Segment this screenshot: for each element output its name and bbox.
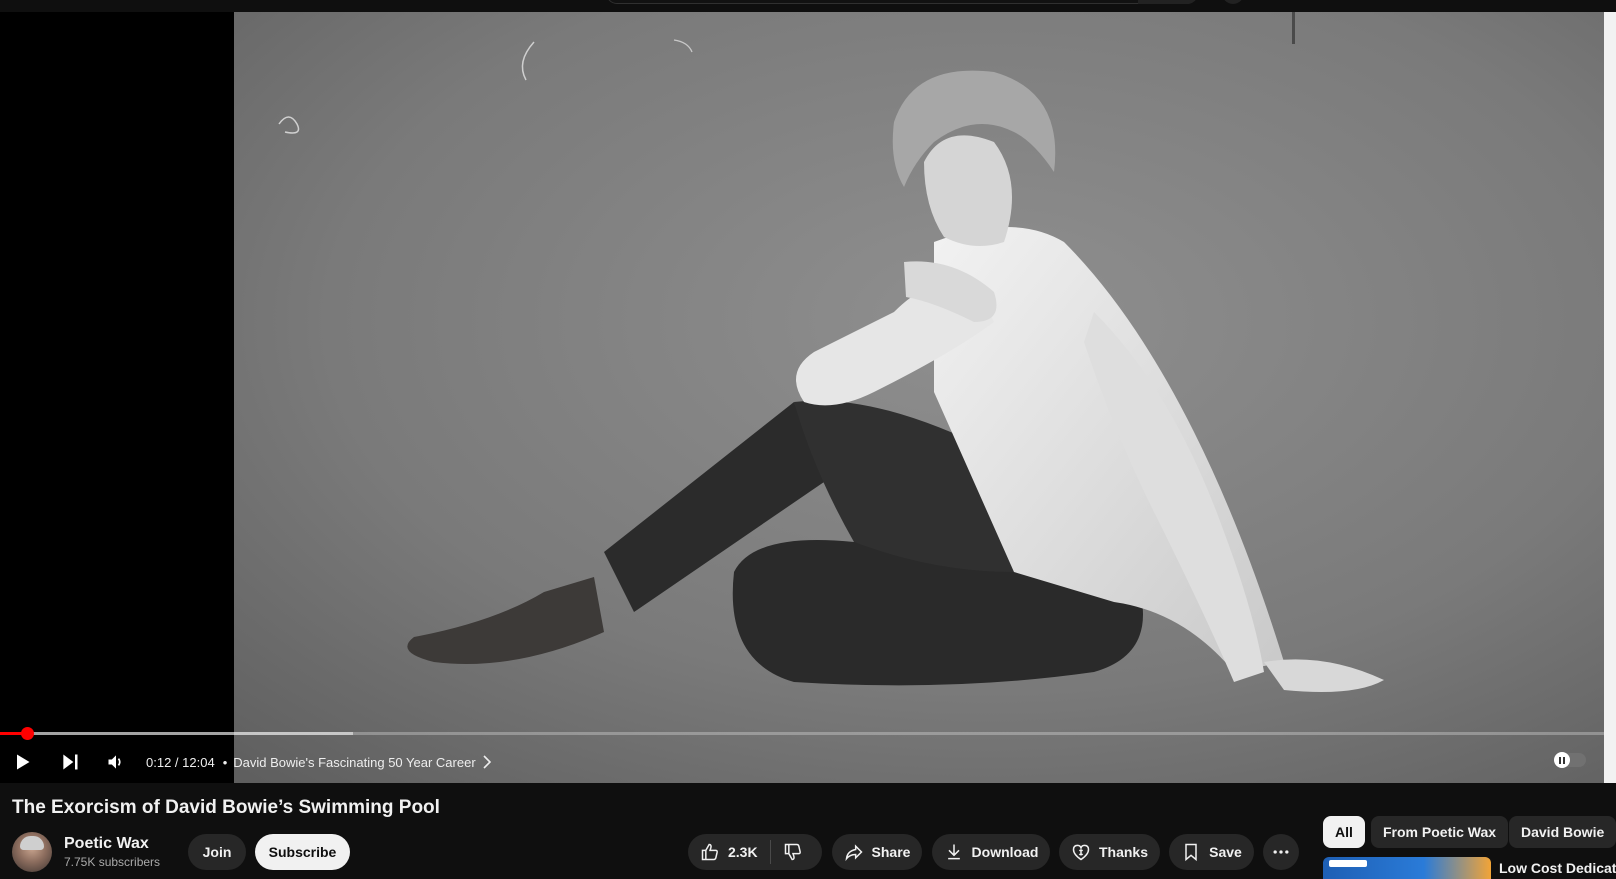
chapter-dot: •: [222, 754, 228, 770]
video-frame[interactable]: [234, 12, 1604, 783]
skip-next-icon: [63, 754, 78, 770]
voice-search-button[interactable]: [1222, 0, 1244, 4]
play-icon: [17, 754, 30, 770]
video-player[interactable]: 0:12 / 12:04 • David Bowie's Fascinating…: [0, 12, 1616, 783]
channel-name[interactable]: Poetic Wax: [64, 835, 160, 853]
autoplay-toggle[interactable]: [1554, 752, 1586, 768]
player-controls: 0:12 / 12:04 • David Bowie's Fascinating…: [0, 741, 1604, 783]
time-current: 0:12: [146, 754, 172, 770]
super-thanks-icon: [1072, 844, 1090, 861]
dislike-button[interactable]: [771, 834, 815, 870]
subscribe-button[interactable]: Subscribe: [255, 834, 350, 870]
like-dislike-group: 2.3K: [688, 834, 822, 870]
chapter-button[interactable]: • David Bowie's Fascinating 50 Year Care…: [223, 755, 492, 770]
more-actions-button[interactable]: [1263, 834, 1299, 870]
avatar[interactable]: [12, 832, 52, 872]
join-button[interactable]: Join: [188, 834, 246, 870]
search-box[interactable]: [606, 0, 1198, 4]
progress-bar[interactable]: [0, 727, 1604, 740]
download-icon: [947, 844, 960, 860]
share-icon: [844, 844, 863, 862]
share-button[interactable]: Share: [832, 834, 922, 870]
thanks-label: Thanks: [1098, 844, 1148, 860]
thumbs-up-icon: [701, 843, 718, 861]
share-label: Share: [871, 844, 911, 860]
player-right-edge: [1604, 12, 1616, 783]
chip-all[interactable]: All: [1323, 816, 1365, 848]
play-button[interactable]: [2, 742, 42, 782]
video-still-image: [234, 12, 1604, 783]
search-button[interactable]: [1138, 0, 1198, 4]
next-button[interactable]: [50, 742, 90, 782]
time-display: 0:12 / 12:04: [146, 755, 215, 770]
save-label: Save: [1209, 844, 1242, 860]
mute-button[interactable]: [96, 742, 136, 782]
thanks-button[interactable]: Thanks: [1059, 834, 1160, 870]
chapter-title: David Bowie's Fascinating 50 Year Career: [233, 754, 476, 770]
recommendation-thumbnail[interactable]: [1323, 857, 1491, 879]
chip-topic[interactable]: David Bowie: [1509, 816, 1616, 848]
more-horizontal-icon: [1273, 850, 1289, 854]
chevron-right-icon: [483, 755, 491, 769]
thumbs-down-icon: [784, 843, 801, 861]
time-total: 12:04: [182, 754, 215, 770]
video-title: The Exorcism of David Bowie’s Swimming P…: [12, 797, 440, 818]
progress-scrubber[interactable]: [20, 727, 34, 740]
top-bar: [0, 0, 1616, 12]
progress-buffer: [0, 732, 353, 735]
thumbnail-logo: [1329, 860, 1367, 867]
volume-icon: [108, 755, 121, 769]
like-count: 2.3K: [728, 844, 758, 860]
chip-from-channel[interactable]: From Poetic Wax: [1371, 816, 1509, 848]
recommendation-title[interactable]: Low Cost Dedicate: [1499, 860, 1616, 876]
subscriber-count: 7.75K subscribers: [64, 855, 161, 869]
channel-info: Poetic Wax 7.75K subscribers: [12, 832, 160, 872]
time-separator: /: [171, 754, 183, 770]
save-button[interactable]: Save: [1169, 834, 1254, 870]
bookmark-icon: [1185, 843, 1197, 862]
like-button[interactable]: 2.3K: [688, 834, 758, 870]
pause-icon: [1554, 752, 1570, 768]
download-label: Download: [971, 844, 1039, 860]
download-button[interactable]: Download: [932, 834, 1050, 870]
